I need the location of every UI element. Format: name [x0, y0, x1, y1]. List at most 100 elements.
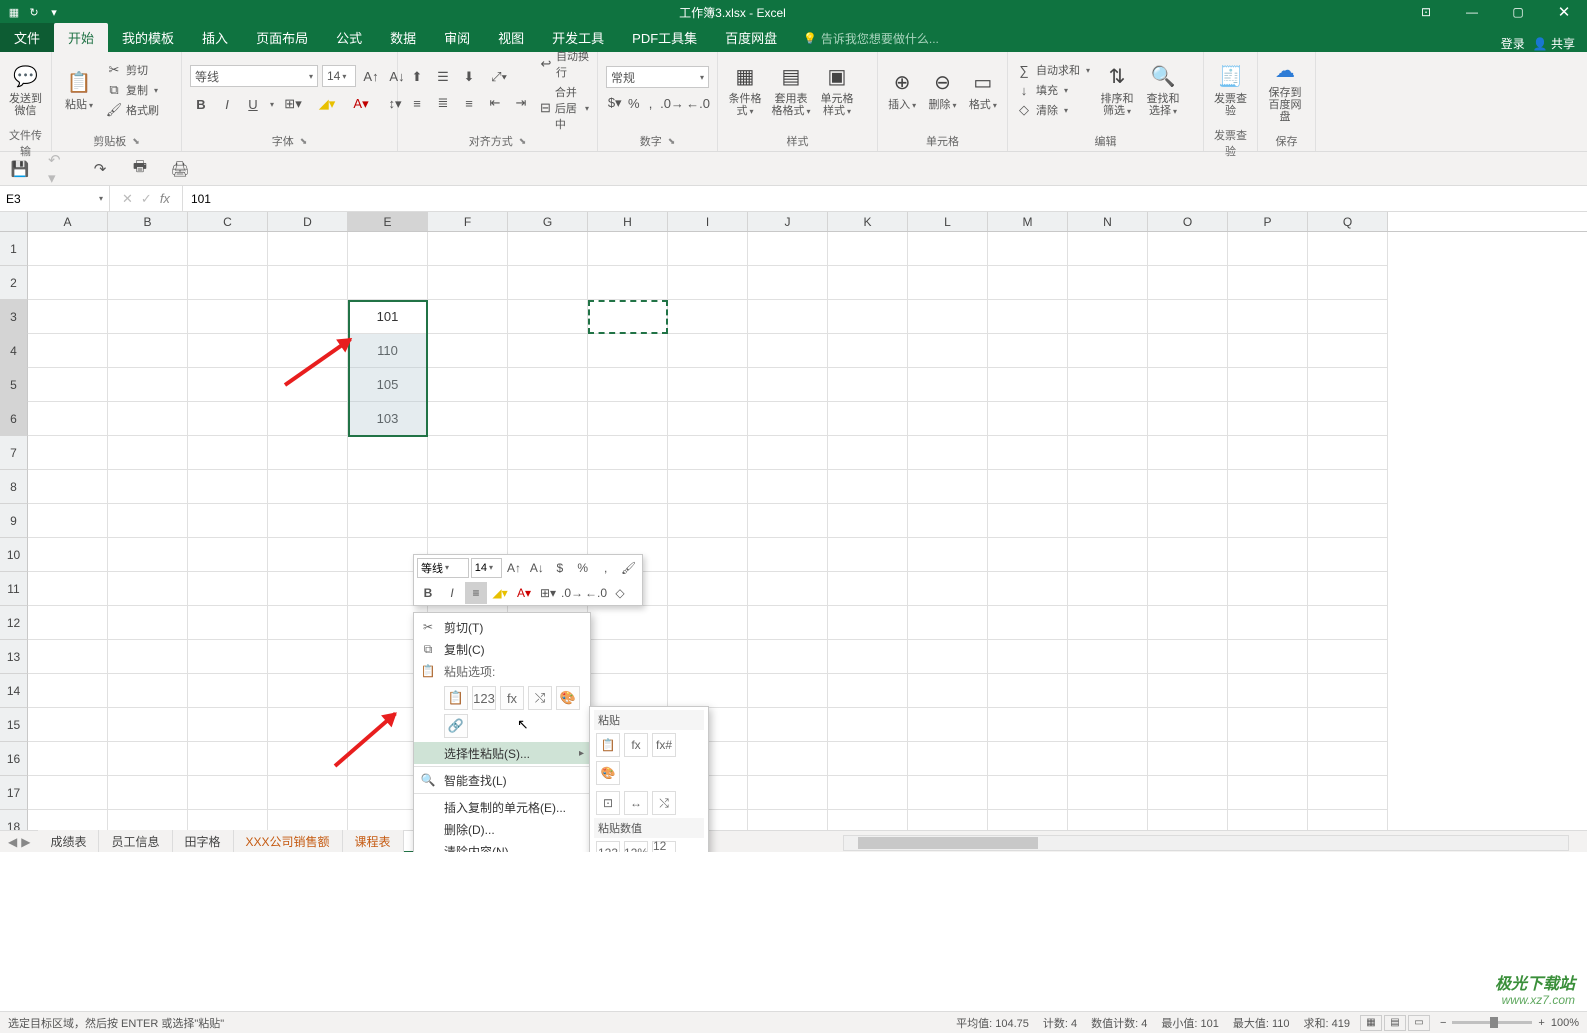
- row-header-3[interactable]: 3: [0, 300, 28, 334]
- align-left-button[interactable]: ≡: [406, 92, 428, 114]
- ctx-cut[interactable]: ✂剪切(T): [414, 616, 590, 638]
- cell-M15[interactable]: [988, 708, 1068, 742]
- cell-A9[interactable]: [28, 504, 108, 538]
- cell-J15[interactable]: [748, 708, 828, 742]
- cell-C16[interactable]: [188, 742, 268, 776]
- save-cloud-button[interactable]: ☁保存到百度网盘: [1264, 55, 1306, 125]
- cell-B5[interactable]: [108, 368, 188, 402]
- cell-P1[interactable]: [1228, 232, 1308, 266]
- cell-L1[interactable]: [908, 232, 988, 266]
- font-size-select[interactable]: 14▾: [322, 65, 356, 87]
- cell-D10[interactable]: [268, 538, 348, 572]
- cell-N15[interactable]: [1068, 708, 1148, 742]
- cell-G2[interactable]: [508, 266, 588, 300]
- cell-C1[interactable]: [188, 232, 268, 266]
- cell-N7[interactable]: [1068, 436, 1148, 470]
- mini-percent[interactable]: %: [572, 557, 593, 579]
- font-name-select[interactable]: 等线▾: [190, 65, 318, 87]
- cell-P16[interactable]: [1228, 742, 1308, 776]
- fill-color-button[interactable]: ◢▾: [312, 93, 342, 115]
- cell-B12[interactable]: [108, 606, 188, 640]
- name-box[interactable]: E3▾: [0, 186, 110, 211]
- cell-P7[interactable]: [1228, 436, 1308, 470]
- cell-Q16[interactable]: [1308, 742, 1388, 776]
- ctx-delete[interactable]: 删除(D)...: [414, 818, 590, 840]
- cell-I9[interactable]: [668, 504, 748, 538]
- number-format-select[interactable]: 常规▾: [606, 66, 709, 88]
- cell-M9[interactable]: [988, 504, 1068, 538]
- ctx-clear-contents[interactable]: 清除内容(N): [414, 840, 590, 852]
- format-cells-button[interactable]: ▭格式▾: [965, 55, 1001, 125]
- cell-N1[interactable]: [1068, 232, 1148, 266]
- bold-button[interactable]: B: [190, 93, 212, 115]
- cell-O8[interactable]: [1148, 470, 1228, 504]
- sheet-tab-4[interactable]: 课程表: [343, 830, 404, 852]
- print-preview-button[interactable]: 🖶: [128, 157, 152, 181]
- cell-M16[interactable]: [988, 742, 1068, 776]
- cell-J10[interactable]: [748, 538, 828, 572]
- share-button[interactable]: 👤 共享: [1533, 35, 1575, 52]
- sub-paste-formulas[interactable]: fx: [624, 733, 648, 757]
- col-header-J[interactable]: J: [748, 212, 828, 231]
- cancel-formula-button[interactable]: ✕: [122, 191, 133, 207]
- zoom-slider[interactable]: [1452, 1021, 1532, 1024]
- indent-inc-button[interactable]: ⇥: [510, 92, 532, 114]
- cell-N2[interactable]: [1068, 266, 1148, 300]
- mini-accounting[interactable]: $: [549, 557, 570, 579]
- cell-J5[interactable]: [748, 368, 828, 402]
- cell-J12[interactable]: [748, 606, 828, 640]
- cell-F6[interactable]: [428, 402, 508, 436]
- login-link[interactable]: 登录: [1501, 35, 1525, 52]
- cell-G4[interactable]: [508, 334, 588, 368]
- cell-C3[interactable]: [188, 300, 268, 334]
- sub-paste-values-num[interactable]: 12%: [624, 841, 648, 852]
- cell-M11[interactable]: [988, 572, 1068, 606]
- cell-B4[interactable]: [108, 334, 188, 368]
- cell-Q15[interactable]: [1308, 708, 1388, 742]
- col-header-L[interactable]: L: [908, 212, 988, 231]
- sheet-tab-0[interactable]: 成绩表: [38, 830, 99, 852]
- clear-button[interactable]: ◇清除▾: [1014, 101, 1092, 119]
- cell-Q11[interactable]: [1308, 572, 1388, 606]
- paste-opt-formatting[interactable]: 🎨: [556, 686, 580, 710]
- cell-O11[interactable]: [1148, 572, 1228, 606]
- cell-M8[interactable]: [988, 470, 1068, 504]
- cell-P10[interactable]: [1228, 538, 1308, 572]
- send-wechat-button[interactable]: 💬发送到微信: [6, 55, 45, 125]
- cell-A7[interactable]: [28, 436, 108, 470]
- cell-I7[interactable]: [668, 436, 748, 470]
- cell-I14[interactable]: [668, 674, 748, 708]
- cut-button[interactable]: ✂剪切: [104, 61, 161, 79]
- cell-N6[interactable]: [1068, 402, 1148, 436]
- cell-B11[interactable]: [108, 572, 188, 606]
- minimize-button[interactable]: —: [1449, 0, 1495, 24]
- row-header-14[interactable]: 14: [0, 674, 28, 708]
- cell-C11[interactable]: [188, 572, 268, 606]
- sub-paste-all[interactable]: 📋: [596, 733, 620, 757]
- tab-home[interactable]: 开始: [54, 23, 108, 52]
- col-header-P[interactable]: P: [1228, 212, 1308, 231]
- cell-H8[interactable]: [588, 470, 668, 504]
- cell-D6[interactable]: [268, 402, 348, 436]
- cell-B8[interactable]: [108, 470, 188, 504]
- tab-pagelayout[interactable]: 页面布局: [242, 23, 322, 52]
- cell-Q2[interactable]: [1308, 266, 1388, 300]
- cell-C15[interactable]: [188, 708, 268, 742]
- cell-A16[interactable]: [28, 742, 108, 776]
- row-header-7[interactable]: 7: [0, 436, 28, 470]
- tab-baidupan[interactable]: 百度网盘: [711, 23, 791, 52]
- paste-opt-values[interactable]: 123: [472, 686, 496, 710]
- cell-B15[interactable]: [108, 708, 188, 742]
- dropdown-icon[interactable]: ▾: [46, 4, 62, 20]
- cell-P5[interactable]: [1228, 368, 1308, 402]
- cell-J4[interactable]: [748, 334, 828, 368]
- align-center-button[interactable]: ≣: [432, 92, 454, 114]
- cell-K14[interactable]: [828, 674, 908, 708]
- sub-paste-keep-src-fmt[interactable]: 🎨: [596, 761, 620, 785]
- row-header-1[interactable]: 1: [0, 232, 28, 266]
- cell-K3[interactable]: [828, 300, 908, 334]
- mini-inc-decimal[interactable]: .0→: [561, 582, 583, 604]
- cell-D16[interactable]: [268, 742, 348, 776]
- cell-D12[interactable]: [268, 606, 348, 640]
- tab-insert[interactable]: 插入: [188, 23, 242, 52]
